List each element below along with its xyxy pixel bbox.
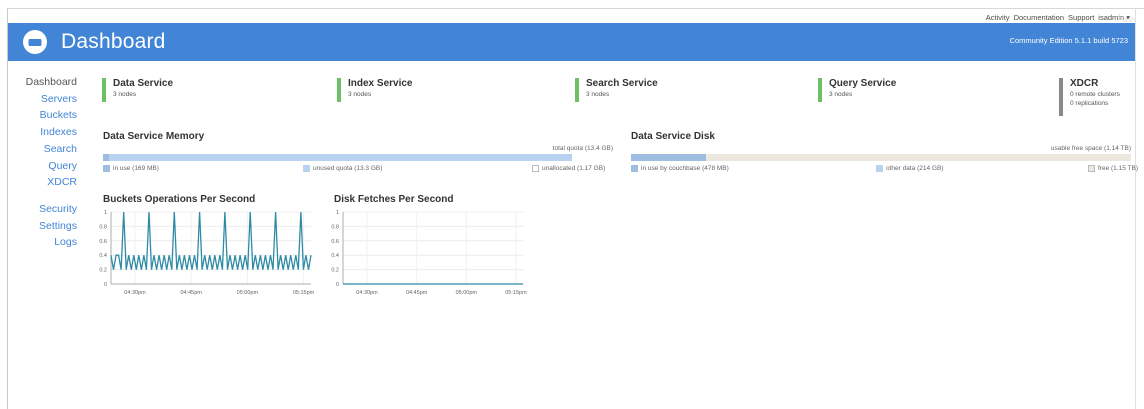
service-data[interactable]: Data Service 3 nodes bbox=[102, 78, 173, 102]
memory-in-use-segment bbox=[103, 154, 109, 161]
service-xdcr[interactable]: XDCR 0 remote clusters 0 replications bbox=[1059, 78, 1120, 116]
service-search[interactable]: Search Service 3 nodes bbox=[575, 78, 658, 102]
activity-link[interactable]: Activity bbox=[986, 13, 1010, 22]
y-tick-label: 0 bbox=[336, 282, 339, 288]
y-tick-label: 1 bbox=[336, 210, 339, 216]
service-query[interactable]: Query Service 3 nodes bbox=[818, 78, 896, 102]
y-tick-label: 0.8 bbox=[331, 224, 339, 230]
y-tick-label: 0 bbox=[104, 282, 107, 288]
edition-label: Community Edition 5.1.1 build 5723 bbox=[1009, 36, 1128, 45]
flash-label: Flash bbox=[1117, 17, 1135, 24]
y-tick-label: 0.6 bbox=[99, 239, 107, 245]
y-tick-label: 0.8 bbox=[99, 224, 107, 230]
memory-title: Data Service Memory bbox=[103, 131, 205, 142]
support-link[interactable]: Support bbox=[1068, 13, 1094, 22]
x-tick-label: 05:00pm bbox=[456, 290, 478, 296]
memory-legend-unallocated: unallocated (1.17 GB) bbox=[532, 165, 605, 172]
disk-usage-bar bbox=[631, 154, 1131, 161]
disk-free-segment bbox=[631, 154, 1131, 161]
window-border-top bbox=[7, 8, 1144, 9]
memory-usage-bar bbox=[103, 154, 613, 161]
x-tick-label: 05:15pm bbox=[505, 290, 527, 296]
x-tick-label: 04:30pm bbox=[356, 290, 378, 296]
documentation-link[interactable]: Documentation bbox=[1014, 13, 1064, 22]
disk-legend-in-use: in use by couchbase (478 MB) bbox=[631, 165, 729, 172]
sidebar-item-search[interactable]: Search bbox=[0, 141, 77, 158]
unallocated-swatch bbox=[532, 165, 539, 172]
disk-free-swatch bbox=[1088, 165, 1095, 172]
y-tick-label: 1 bbox=[104, 210, 107, 216]
disk-title: Data Service Disk bbox=[631, 131, 715, 142]
disk-fetches-chart-title: Disk Fetches Per Second bbox=[334, 194, 454, 205]
ops-chart-title: Buckets Operations Per Second bbox=[103, 194, 256, 205]
x-tick-label: 04:45pm bbox=[406, 290, 428, 296]
sidebar-item-indexes[interactable]: Indexes bbox=[0, 124, 77, 141]
ops-per-second-chart: 0 0.2 0.4 0.6 0.8 1 04:30pm 04:45pm 05:00pm 05:15… bbox=[99, 210, 315, 296]
x-tick-label: 05:00pm bbox=[237, 290, 259, 296]
app-header: Dashboard Flash Community Edition 5.1.1 … bbox=[8, 17, 1135, 61]
disk-fetches-chart: 0 0.2 0.4 0.6 0.8 1 04:30pm 04:45pm 05:00pm 05:15… bbox=[331, 210, 527, 296]
in-use-swatch bbox=[103, 165, 110, 172]
window-border-right bbox=[1135, 8, 1136, 409]
couchbase-logo-icon bbox=[23, 30, 47, 54]
services-row: Data Service 3 nodes Index Service 3 nod… bbox=[0, 78, 1144, 118]
disk-in-use-swatch bbox=[631, 165, 638, 172]
x-tick-label: 05:15pm bbox=[293, 290, 315, 296]
page-title: Dashboard bbox=[61, 30, 166, 53]
disk-other-swatch bbox=[876, 165, 883, 172]
top-links: Activity Documentation Support isadmin ▾ bbox=[986, 13, 1130, 22]
disk-legend-free: free (1.15 TB) bbox=[1088, 165, 1138, 172]
disk-used-segment bbox=[631, 154, 706, 161]
disk-free-space-label: usable free space (1.14 TB) bbox=[1050, 145, 1131, 152]
disk-legend-other: other data (214 GB) bbox=[876, 165, 943, 172]
memory-legend-in-use: in use (169 MB) bbox=[103, 165, 159, 172]
y-tick-label: 0.2 bbox=[99, 268, 107, 274]
memory-quota-label: total quota (13.4 GB) bbox=[552, 145, 613, 152]
y-tick-label: 0.4 bbox=[99, 253, 107, 259]
sidebar-item-query[interactable]: Query bbox=[0, 158, 77, 175]
service-index[interactable]: Index Service 3 nodes bbox=[337, 78, 412, 102]
y-tick-label: 0.4 bbox=[331, 253, 339, 259]
sidebar-item-settings[interactable]: Settings bbox=[0, 218, 77, 235]
sidebar-item-logs[interactable]: Logs bbox=[0, 234, 77, 251]
x-tick-label: 04:45pm bbox=[180, 290, 202, 296]
memory-unused-segment bbox=[103, 154, 572, 161]
memory-legend-unused: unused quota (13.3 GB) bbox=[303, 165, 382, 172]
unused-swatch bbox=[303, 165, 310, 172]
y-tick-label: 0.2 bbox=[331, 268, 339, 274]
y-tick-label: 0.6 bbox=[331, 239, 339, 245]
sidebar-item-security[interactable]: Security bbox=[0, 201, 77, 218]
sidebar-item-xdcr[interactable]: XDCR bbox=[0, 174, 77, 191]
x-tick-label: 04:30pm bbox=[124, 290, 146, 296]
